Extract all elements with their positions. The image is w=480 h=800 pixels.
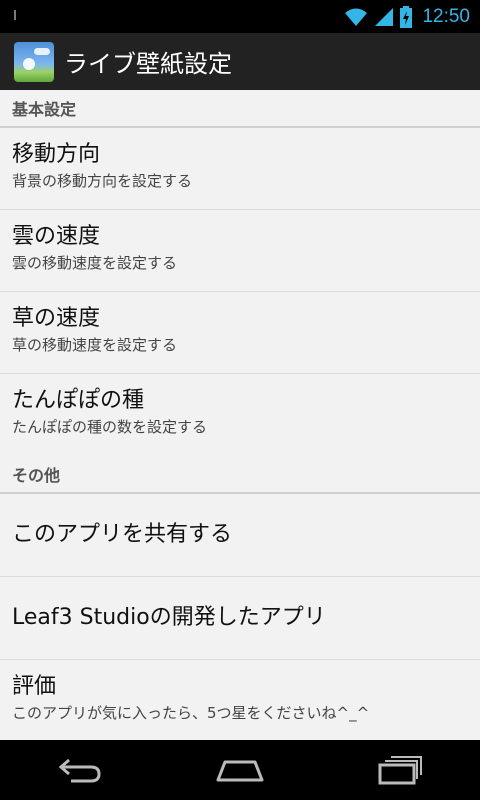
category-other: その他 bbox=[0, 456, 480, 494]
home-button[interactable] bbox=[210, 750, 270, 790]
signal-icon bbox=[375, 7, 394, 26]
clock: 12:50 bbox=[422, 5, 470, 27]
pref-summary: たんぽぽの種の数を設定する bbox=[12, 418, 208, 436]
status-bar: 12:50 bbox=[0, 0, 480, 33]
back-icon bbox=[58, 758, 101, 783]
wifi-icon bbox=[345, 8, 368, 26]
notification-icon bbox=[14, 10, 16, 20]
page-title: ライブ壁紙設定 bbox=[64, 50, 232, 78]
pref-title: このアプリを共有する bbox=[12, 522, 233, 547]
pref-title: 雲の速度 bbox=[12, 224, 101, 249]
pref-cloud-speed[interactable]: 雲の速度 雲の移動速度を設定する bbox=[0, 210, 480, 292]
pref-summary: 草の移動速度を設定する bbox=[12, 336, 178, 354]
recent-apps-button[interactable] bbox=[370, 750, 430, 790]
home-icon bbox=[216, 760, 264, 782]
navigation-bar bbox=[0, 740, 480, 800]
pref-developer-apps[interactable]: Leaf3 Studioの開発したアプリ bbox=[0, 577, 480, 660]
pref-share-app[interactable]: このアプリを共有する bbox=[0, 494, 480, 577]
status-icons: 12:50 bbox=[344, 0, 470, 33]
pref-summary: このアプリが気に入ったら、5つ星をくださいね^_^ bbox=[12, 704, 370, 722]
back-button[interactable] bbox=[50, 750, 110, 790]
pref-dandelion-seeds[interactable]: たんぽぽの種 たんぽぽの種の数を設定する bbox=[0, 374, 480, 456]
pref-summary: 背景の移動方向を設定する bbox=[12, 172, 193, 190]
category-basic: 基本設定 bbox=[0, 90, 480, 128]
pref-title: Leaf3 Studioの開発したアプリ bbox=[12, 605, 326, 630]
pref-title: 移動方向 bbox=[12, 142, 101, 167]
battery-icon bbox=[400, 5, 413, 28]
pref-rate[interactable]: 評価 このアプリが気に入ったら、5つ星をくださいね^_^ bbox=[0, 660, 480, 740]
pref-title: 草の速度 bbox=[12, 306, 101, 331]
pref-summary: 雲の移動速度を設定する bbox=[12, 254, 178, 272]
preference-list: 基本設定 移動方向 背景の移動方向を設定する 雲の速度 雲の移動速度を設定する … bbox=[0, 90, 480, 740]
pref-move-direction[interactable]: 移動方向 背景の移動方向を設定する bbox=[0, 128, 480, 210]
app-icon[interactable] bbox=[14, 41, 54, 82]
action-bar: ライブ壁紙設定 bbox=[0, 33, 480, 90]
pref-grass-speed[interactable]: 草の速度 草の移動速度を設定する bbox=[0, 292, 480, 374]
pref-title: たんぽぽの種 bbox=[12, 388, 145, 413]
recent-apps-icon bbox=[378, 756, 422, 785]
pref-title: 評価 bbox=[12, 674, 57, 699]
